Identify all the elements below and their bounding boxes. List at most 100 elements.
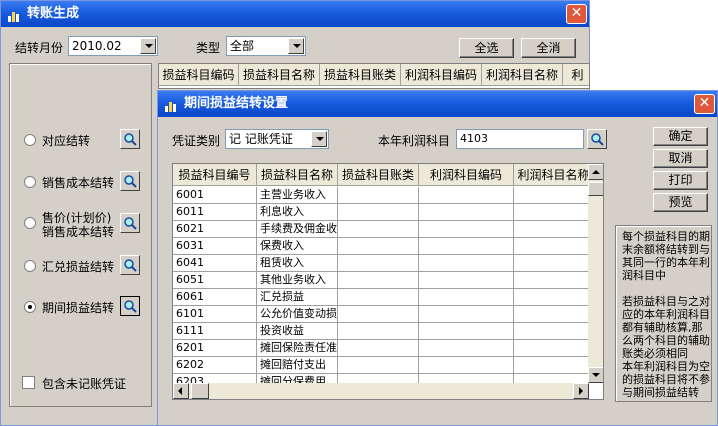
radio-sales-cost-transfer[interactable] xyxy=(24,176,36,188)
ok-button[interactable]: 确定 xyxy=(653,127,708,146)
table-cell[interactable] xyxy=(514,340,589,357)
cell-subject-code[interactable]: 6201 xyxy=(173,340,257,357)
table-cell[interactable] xyxy=(338,238,419,255)
table-cell[interactable] xyxy=(514,238,589,255)
table-cell[interactable] xyxy=(514,204,589,221)
cell-subject-name[interactable]: 租赁收入 xyxy=(257,255,338,272)
cell-subject-name[interactable]: 汇兑损益 xyxy=(257,289,338,306)
back-col-header[interactable]: 损益科目编码 xyxy=(159,64,239,86)
table-row[interactable]: 6031 保费收入 xyxy=(173,238,589,255)
cell-subject-name[interactable]: 公允价值变动损 xyxy=(257,306,338,323)
cell-subject-name[interactable]: 手续费及佣金收 xyxy=(257,221,338,238)
scroll-up-icon[interactable] xyxy=(588,164,603,180)
cell-subject-name[interactable]: 摊回赔付支出 xyxy=(257,357,338,374)
print-button[interactable]: 打印 xyxy=(653,171,708,190)
cell-subject-name[interactable]: 主营业务收入 xyxy=(257,187,338,204)
pl-col-header[interactable]: 损益科目账类 xyxy=(338,164,419,186)
pl-col-header[interactable]: 利润科目编码 xyxy=(419,164,514,186)
cell-subject-code[interactable]: 6101 xyxy=(173,306,257,323)
table-row[interactable]: 6021 手续费及佣金收 xyxy=(173,221,589,238)
search-icon[interactable] xyxy=(120,171,140,191)
table-cell[interactable] xyxy=(338,340,419,357)
table-cell[interactable] xyxy=(419,187,514,204)
search-icon[interactable] xyxy=(120,129,140,149)
search-icon[interactable] xyxy=(120,213,140,233)
cell-subject-name[interactable]: 利息收入 xyxy=(257,204,338,221)
close-icon[interactable]: ✕ xyxy=(566,4,587,24)
vertical-scrollbar[interactable] xyxy=(588,164,603,383)
table-cell[interactable] xyxy=(419,238,514,255)
cell-subject-code[interactable]: 6011 xyxy=(173,204,257,221)
cell-subject-name[interactable]: 投资收益 xyxy=(257,323,338,340)
table-cell[interactable] xyxy=(419,221,514,238)
table-row[interactable]: 6111 投资收益 xyxy=(173,323,589,340)
table-cell[interactable] xyxy=(338,221,419,238)
month-select[interactable]: 2010.02 xyxy=(68,36,158,56)
table-cell[interactable] xyxy=(338,323,419,340)
vertical-scroll-thumb[interactable] xyxy=(588,182,603,196)
cell-subject-code[interactable]: 6202 xyxy=(173,357,257,374)
chevron-down-icon[interactable] xyxy=(311,131,327,147)
scroll-right-icon[interactable] xyxy=(573,383,589,399)
table-cell[interactable] xyxy=(514,289,589,306)
table-cell[interactable] xyxy=(514,357,589,374)
cell-subject-code[interactable]: 6021 xyxy=(173,221,257,238)
table-row[interactable]: 6001 主营业务收入 xyxy=(173,187,589,204)
back-col-header[interactable]: 利润科目编码 xyxy=(401,64,482,86)
table-cell[interactable] xyxy=(514,306,589,323)
cell-subject-name[interactable]: 摊回保险责任准 xyxy=(257,340,338,357)
profit-subject-input[interactable]: 4103 xyxy=(456,129,584,149)
table-row[interactable]: 6061 汇兑损益 xyxy=(173,289,589,306)
preview-button[interactable]: 预览 xyxy=(653,193,708,212)
table-cell[interactable] xyxy=(419,204,514,221)
table-row[interactable]: 6202 摊回赔付支出 xyxy=(173,357,589,374)
pl-col-header[interactable]: 利润科目名称 xyxy=(514,164,594,186)
cell-subject-code[interactable]: 6051 xyxy=(173,272,257,289)
search-icon[interactable] xyxy=(120,255,140,275)
radio-correspond-transfer[interactable] xyxy=(24,134,36,146)
table-cell[interactable] xyxy=(338,204,419,221)
table-cell[interactable] xyxy=(514,255,589,272)
back-col-header[interactable]: 利润科目名称 xyxy=(482,64,563,86)
chevron-down-icon[interactable] xyxy=(288,38,304,54)
type-select[interactable]: 全部 xyxy=(226,36,306,56)
table-cell[interactable] xyxy=(338,357,419,374)
voucher-type-select[interactable]: 记 记账凭证 xyxy=(225,129,329,149)
cell-subject-code[interactable]: 6061 xyxy=(173,289,257,306)
table-cell[interactable] xyxy=(419,289,514,306)
include-unposted-checkbox[interactable] xyxy=(22,376,35,389)
scroll-down-icon[interactable] xyxy=(588,367,603,383)
search-icon[interactable] xyxy=(120,296,140,316)
table-cell[interactable] xyxy=(514,323,589,340)
table-cell[interactable] xyxy=(514,221,589,238)
scroll-left-icon[interactable] xyxy=(173,383,189,399)
cell-subject-code[interactable]: 6001 xyxy=(173,187,257,204)
table-cell[interactable] xyxy=(514,187,589,204)
back-col-header[interactable]: 损益科目账类 xyxy=(320,64,401,86)
back-col-header[interactable]: 利 xyxy=(563,64,589,86)
table-cell[interactable] xyxy=(338,187,419,204)
back-col-header[interactable]: 损益科目名称 xyxy=(239,64,320,86)
table-row[interactable]: 6201 摊回保险责任准 xyxy=(173,340,589,357)
table-cell[interactable] xyxy=(419,306,514,323)
table-cell[interactable] xyxy=(419,255,514,272)
radio-period-pl-transfer[interactable] xyxy=(24,301,36,313)
table-row[interactable]: 6041 租赁收入 xyxy=(173,255,589,272)
close-icon[interactable]: ✕ xyxy=(694,94,715,114)
radio-planned-price-transfer[interactable] xyxy=(24,217,36,229)
table-cell[interactable] xyxy=(419,340,514,357)
search-icon[interactable] xyxy=(587,129,607,149)
table-cell[interactable] xyxy=(419,357,514,374)
table-row[interactable]: 6011 利息收入 xyxy=(173,204,589,221)
cell-subject-name[interactable]: 保费收入 xyxy=(257,238,338,255)
chevron-down-icon[interactable] xyxy=(140,38,156,54)
cell-subject-code[interactable]: 6111 xyxy=(173,323,257,340)
table-cell[interactable] xyxy=(419,272,514,289)
table-cell[interactable] xyxy=(514,272,589,289)
cancel-all-button[interactable]: 全消 xyxy=(521,38,576,58)
cell-subject-code[interactable]: 6041 xyxy=(173,255,257,272)
table-cell[interactable] xyxy=(338,272,419,289)
select-all-button[interactable]: 全选 xyxy=(459,38,514,58)
horizontal-scroll-thumb[interactable] xyxy=(191,383,209,399)
table-cell[interactable] xyxy=(338,306,419,323)
